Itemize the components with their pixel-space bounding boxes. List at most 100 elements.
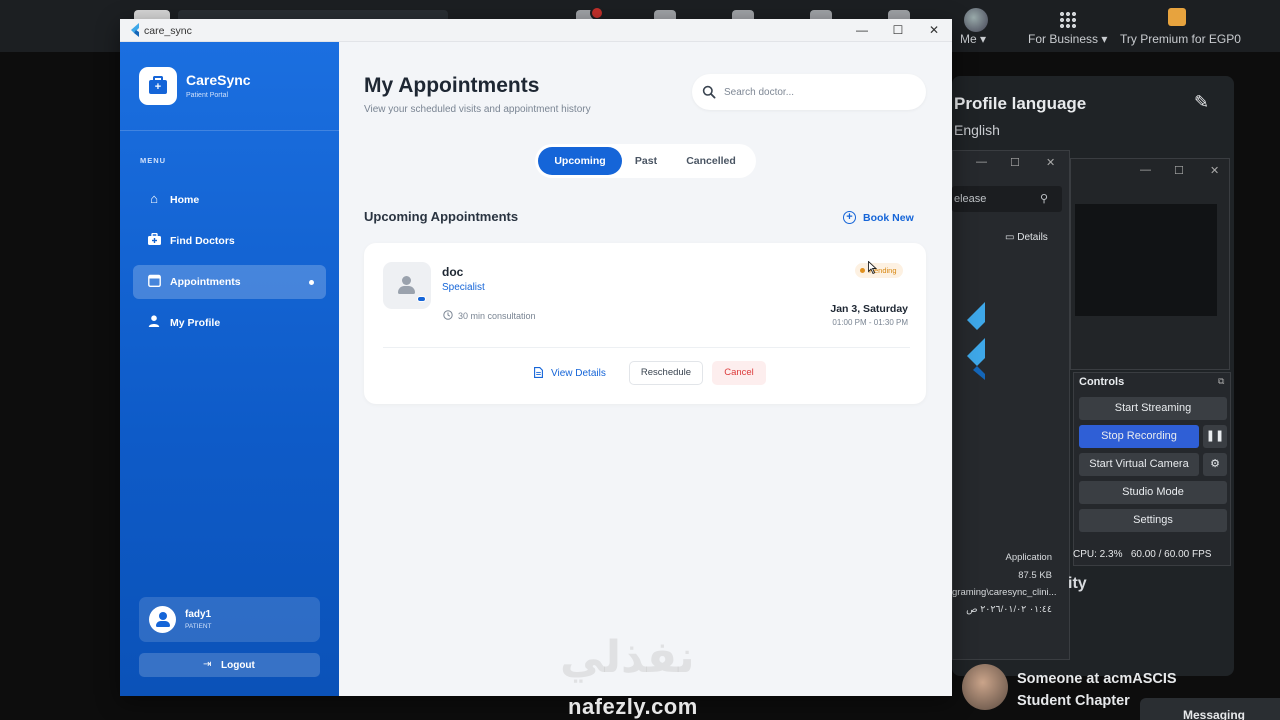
sidebar-divider [120,130,339,131]
flutter-app-icon [131,23,139,37]
stop-recording-button[interactable]: Stop Recording [1079,425,1199,448]
file-path-text: graming\caresync_clini... [952,587,1057,598]
logout-button[interactable]: ⇥ Logout [139,653,320,677]
bg-notification-badge [590,6,604,20]
obs-search-icon[interactable]: ⚲ [1040,192,1048,205]
add-circle-icon: + [843,211,856,224]
medical-bag-icon [147,232,161,247]
status-indicator [417,296,426,302]
reschedule-button[interactable]: Reschedule [629,361,703,385]
bg-me-avatar[interactable] [964,8,988,32]
bg-premium-icon[interactable] [1168,8,1186,26]
doctor-specialty: Specialist [442,282,485,293]
tab-upcoming[interactable]: Upcoming [538,147,622,175]
window-maximize-button[interactable]: ☐ [880,19,916,42]
active-indicator-dot [309,280,314,285]
section-title: Upcoming Appointments [364,209,519,224]
bg-me-label[interactable]: Me ▾ [960,32,986,46]
status-badge: Pending [855,263,903,278]
obs-controls-title: Controls [1079,376,1125,388]
appointment-date: Jan 3, Saturday [830,303,908,315]
cancel-button[interactable]: Cancel [712,361,766,385]
brand-name: CareSync [186,72,251,88]
search-icon [702,85,716,99]
bg-for-business-label[interactable]: For Business ▾ [1028,32,1107,46]
obs2-close-icon[interactable]: ✕ [1210,164,1219,177]
obs-close-icon[interactable]: ✕ [1046,156,1055,169]
watermark-url: nafezly.com [568,694,698,719]
brand-subtitle: Patient Portal [186,92,229,99]
sidebar-item-label: Appointments [170,276,241,288]
status-dot [860,268,865,273]
obs-minimize-icon[interactable]: — [976,156,987,168]
main-content: My Appointments View your scheduled visi… [339,42,952,696]
logout-label: Logout [221,660,255,671]
obs-search-text: elease [954,193,987,205]
sidebar-item-appointments[interactable]: Appointments [133,265,326,299]
doctor-avatar [383,262,431,309]
sidebar-item-label: My Profile [170,317,221,329]
window-close-button[interactable]: ✕ [916,19,952,42]
window-minimize-button[interactable]: — [844,19,880,42]
mouse-cursor-icon [868,261,877,274]
card-divider [383,347,910,348]
start-streaming-button[interactable]: Start Streaming [1079,397,1227,420]
obs-controls-undock-icon[interactable]: ⧉ [1218,376,1224,387]
obs2-maximize-icon[interactable]: ☐ [1174,164,1184,177]
window-title: care_sync [144,25,192,37]
bg-profile-language-value: English [954,122,1000,138]
bg-partial-section-title: ity [1068,575,1087,592]
pencil-icon[interactable]: ✎ [1194,92,1209,113]
virtual-camera-settings-icon[interactable]: ⚙ [1203,453,1227,476]
obs-details-button[interactable]: ▭ Details [1005,232,1048,243]
start-virtual-camera-button[interactable]: Start Virtual Camera [1079,453,1199,476]
user-name: fady1 [185,609,212,620]
obs-maximize-icon[interactable]: ☐ [1010,156,1020,169]
file-size-text: 87.5 KB [1018,570,1052,581]
sidebar-item-label: Home [170,194,200,206]
bg-notification-avatar [962,664,1008,710]
menu-section-label: MENU [140,156,167,165]
avatar [149,606,176,633]
calendar-icon [147,274,161,288]
home-icon: ⌂ [150,191,158,206]
search-input[interactable] [724,83,914,101]
sidebar-item-label: Find Doctors [170,235,235,247]
doctor-name: doc [442,265,464,279]
bg-profile-language-title: Profile language [954,94,1087,113]
window-title-bar[interactable]: care_sync — ☐ ✕ [120,19,952,42]
person-icon [147,315,161,329]
file-type-text: Application [1005,552,1052,563]
tab-cancelled[interactable]: Cancelled [671,147,751,175]
bg-obs-window [952,150,1070,660]
document-icon [534,367,543,378]
appointment-card: doc Specialist 30 min consultation Pendi… [364,243,926,404]
sidebar-item-home[interactable]: ⌂ Home [133,183,326,217]
bg-premium-label[interactable]: Try Premium for EGP0 [1120,32,1241,46]
page-subtitle: View your scheduled visits and appointme… [364,104,591,115]
page-title: My Appointments [364,74,540,97]
obs-settings-button[interactable]: Settings [1079,509,1227,532]
obs-stats-bar: CPU: 2.3% 60.00 / 60.00 FPS [1073,549,1212,560]
sidebar-item-find-doctors[interactable]: Find Doctors [133,224,326,258]
pause-recording-icon[interactable]: ❚❚ [1203,425,1227,448]
clock-icon [443,310,453,320]
obs2-minimize-icon[interactable]: — [1140,164,1151,176]
search-box[interactable] [692,74,926,110]
tab-past[interactable]: Past [624,147,668,175]
consultation-duration: 30 min consultation [458,311,536,321]
studio-mode-button[interactable]: Studio Mode [1079,481,1227,504]
bg-apps-grid-icon[interactable] [1059,11,1077,29]
bg-messaging-label: Messaging [1183,708,1246,720]
sidebar-item-my-profile[interactable]: My Profile [133,306,326,340]
sidebar: + CareSync Patient Portal MENU ⌂ Home Fi… [120,42,339,696]
file-date-text: ٠١:٤٤ ٢٠٢٦/٠١/٠٢ ص [966,604,1052,615]
care-sync-window: care_sync — ☐ ✕ + CareSync Patient Porta… [120,19,952,696]
user-role: PATIENT [185,623,212,630]
view-details-label: View Details [551,368,606,379]
flutter-logo-icon [967,302,985,380]
obs-preview-area [1075,204,1217,316]
caresync-logo-icon: + [139,67,177,105]
watermark-arabic: نفذلي [560,633,695,682]
user-card[interactable]: fady1 PATIENT [139,597,320,642]
